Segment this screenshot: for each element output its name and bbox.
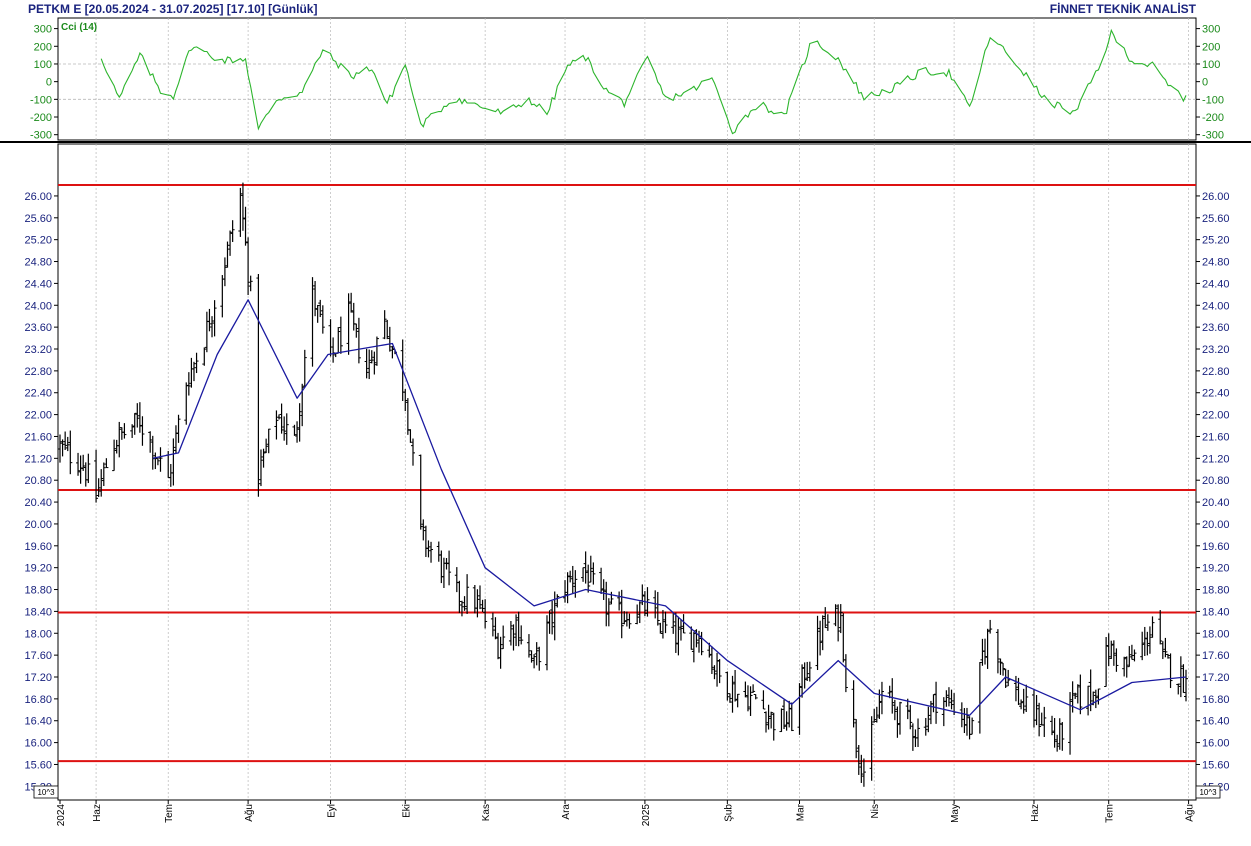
price-tick-label: 21.20 — [24, 453, 52, 465]
price-tick-label: 24.00 — [24, 300, 52, 312]
price-tick-label: 16.00 — [1202, 738, 1230, 750]
vendor-label: FİNNET TEKNİK ANALİST — [1050, 1, 1197, 16]
price-chart: 26.00 26.00 25.60 25.60 25.20 25.20 24.80 24.80… — [0, 0, 1251, 841]
price-tick-label: 15.60 — [24, 759, 52, 771]
cci-tick-label: 0 — [46, 77, 52, 89]
price-tick-label: 19.60 — [24, 541, 52, 553]
price-tick-label: 16.00 — [24, 738, 52, 750]
price-tick-label: 17.20 — [24, 672, 52, 684]
cci-tick-label: -100 — [1202, 94, 1224, 106]
price-tick-label: 18.80 — [24, 585, 52, 597]
price-tick-label: 19.20 — [24, 563, 52, 575]
price-tick-label: 24.80 — [24, 257, 52, 269]
price-tick-label: 23.60 — [1202, 322, 1230, 334]
price-tick-label: 18.40 — [24, 606, 52, 618]
chart-header: PETKM E [20.05.2024 - 31.07.2025] [17.10… — [28, 2, 317, 16]
scale-label-right: 10^3 — [1199, 788, 1217, 797]
x-tick-label: Ara — [561, 804, 572, 820]
cci-tick-label: -100 — [30, 94, 52, 106]
x-tick-label: 2025 — [641, 804, 652, 827]
price-tick-label: 25.60 — [1202, 213, 1230, 225]
price-tick-label: 21.20 — [1202, 453, 1230, 465]
price-tick-label: 18.00 — [1202, 628, 1230, 640]
price-tick-label: 26.00 — [1202, 191, 1230, 203]
price-tick-label: 24.00 — [1202, 300, 1230, 312]
price-tick-label: 16.40 — [24, 716, 52, 728]
price-tick-label: 17.60 — [1202, 650, 1230, 662]
cci-tick-label: -200 — [1202, 112, 1224, 124]
price-tick-label: 24.40 — [24, 278, 52, 290]
x-tick-label: Eki — [401, 804, 412, 818]
x-tick-label: 2024 — [56, 804, 67, 827]
cci-tick-label: 100 — [1202, 59, 1220, 71]
price-tick-label: 22.80 — [1202, 366, 1230, 378]
price-tick-label: 21.60 — [24, 431, 52, 443]
cci-tick-label: 300 — [34, 24, 52, 36]
price-tick-label: 16.80 — [1202, 694, 1230, 706]
price-tick-label: 20.80 — [24, 475, 52, 487]
price-tick-label: 17.20 — [1202, 672, 1230, 684]
price-tick-label: 17.60 — [24, 650, 52, 662]
price-tick-label: 22.00 — [24, 410, 52, 422]
price-tick-label: 22.40 — [1202, 388, 1230, 400]
cci-tick-label: -300 — [1202, 130, 1224, 142]
x-tick-label: Eyl — [327, 804, 338, 818]
x-tick-label: May — [950, 804, 961, 823]
price-tick-label: 19.60 — [1202, 541, 1230, 553]
price-tick-label: 15.60 — [1202, 759, 1230, 771]
cci-tick-label: 0 — [1202, 77, 1208, 89]
price-tick-label: 23.20 — [1202, 344, 1230, 356]
x-tick-label: Kas — [481, 804, 492, 821]
x-tick-label: Tem — [1105, 804, 1116, 823]
price-tick-label: 20.00 — [24, 519, 52, 531]
scale-label-left: 10^3 — [37, 788, 55, 797]
x-tick-label: Haz — [92, 804, 103, 822]
price-tick-label: 25.20 — [24, 235, 52, 247]
cci-tick-label: -300 — [30, 130, 52, 142]
price-tick-label: 20.80 — [1202, 475, 1230, 487]
price-tick-label: 22.80 — [24, 366, 52, 378]
price-tick-label: 23.60 — [24, 322, 52, 334]
price-tick-label: 16.80 — [24, 694, 52, 706]
price-tick-label: 20.00 — [1202, 519, 1230, 531]
price-tick-label: 18.00 — [24, 628, 52, 640]
x-tick-label: Ağu — [244, 804, 255, 822]
cci-label: Cci (14) — [61, 22, 97, 33]
price-tick-label: 20.40 — [24, 497, 52, 509]
price-tick-label: 26.00 — [24, 191, 52, 203]
price-tick-label: 24.80 — [1202, 257, 1230, 269]
x-tick-label: Şub — [723, 804, 734, 822]
price-tick-label: 19.20 — [1202, 563, 1230, 575]
price-tick-label: 23.20 — [24, 344, 52, 356]
price-tick-label: 24.40 — [1202, 278, 1230, 290]
price-tick-label: 18.40 — [1202, 606, 1230, 618]
cci-tick-label: 300 — [1202, 24, 1220, 36]
price-tick-label: 25.20 — [1202, 235, 1230, 247]
price-tick-label: 22.00 — [1202, 410, 1230, 422]
price-tick-label: 16.40 — [1202, 716, 1230, 728]
x-tick-label: Haz — [1030, 804, 1041, 822]
price-tick-label: 20.40 — [1202, 497, 1230, 509]
price-tick-label: 21.60 — [1202, 431, 1230, 443]
cci-tick-label: 200 — [34, 41, 52, 53]
cci-tick-label: -200 — [30, 112, 52, 124]
price-tick-label: 25.60 — [24, 213, 52, 225]
chart-window: 26.00 26.00 25.60 25.60 25.20 25.20 24.80 24.80… — [0, 0, 1251, 841]
price-tick-label: 22.40 — [24, 388, 52, 400]
x-tick-label: Ağu — [1185, 804, 1196, 822]
price-tick-label: 18.80 — [1202, 585, 1230, 597]
cci-tick-label: 200 — [1202, 41, 1220, 53]
x-tick-label: Tem — [164, 804, 175, 823]
cci-tick-label: 100 — [34, 59, 52, 71]
x-tick-label: Mar — [796, 803, 807, 821]
x-tick-label: Nis — [870, 804, 881, 818]
